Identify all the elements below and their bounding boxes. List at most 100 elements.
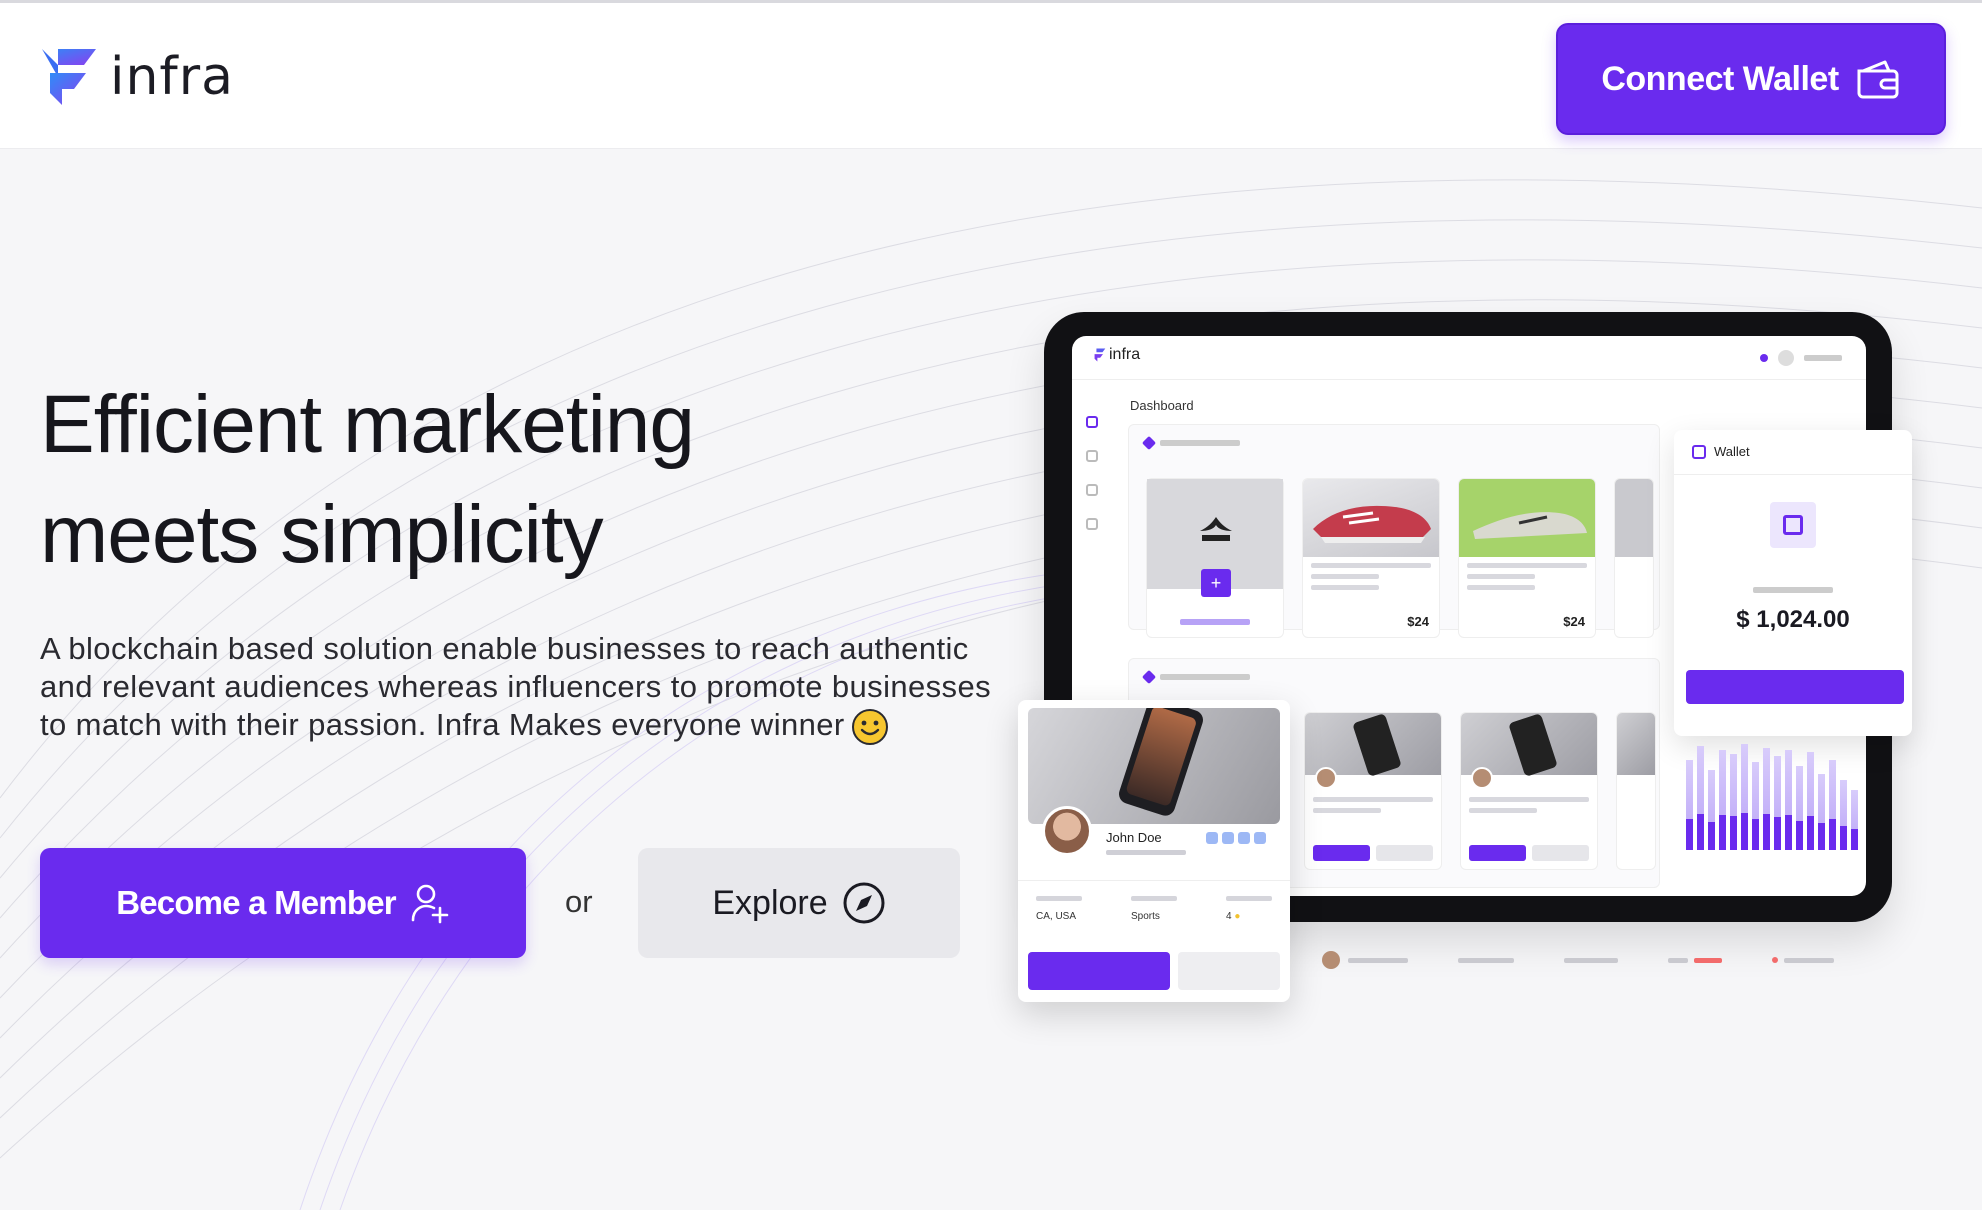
campaign-icon	[1141, 435, 1157, 451]
create-campaign-card: +	[1146, 478, 1284, 638]
chart-bar	[1741, 744, 1748, 850]
create-campaign-plus-button: +	[1201, 569, 1231, 597]
influencer-rating: 4	[1226, 911, 1232, 922]
top-navbar: infra Connect Wallet	[0, 0, 1982, 148]
instagram-icon	[1254, 832, 1266, 844]
wallet-heading: Wallet	[1692, 444, 1750, 459]
add-budget-button	[1686, 670, 1904, 704]
green-sneaker-image	[1459, 479, 1595, 557]
preview-logo: infra	[1092, 346, 1140, 364]
create-campaign-label	[1147, 617, 1283, 627]
explore-button[interactable]: Explore	[638, 848, 960, 958]
preview-table-row	[1322, 950, 1862, 970]
infra-logo-icon	[42, 49, 96, 105]
chart-bar	[1719, 750, 1726, 850]
product-card-partial	[1614, 478, 1654, 638]
chart-bar	[1840, 780, 1847, 850]
product-card: $24	[1458, 478, 1596, 638]
chart-bar	[1774, 756, 1781, 850]
sidebar-logout-icon	[1086, 518, 1098, 530]
influencer-category: Sports	[1131, 911, 1160, 922]
compass-icon	[843, 882, 885, 924]
red-sneaker-image	[1303, 479, 1439, 557]
brand-logo[interactable]: infra	[40, 47, 234, 107]
chart-bar	[1818, 774, 1825, 850]
chart-bar	[1851, 790, 1858, 850]
connect-wallet-button[interactable]: Connect Wallet	[1556, 23, 1946, 135]
influencer-requests-label	[1160, 674, 1250, 680]
influencer-icon	[1141, 669, 1157, 685]
preview-user-name	[1804, 355, 1842, 361]
linkedin-icon	[1238, 832, 1250, 844]
influencer-profile-card: John Doe CA, USA Sports 4 ●	[1018, 700, 1290, 1002]
chart-bar	[1686, 760, 1693, 850]
chart-bar	[1752, 762, 1759, 850]
influencer-name: John Doe	[1106, 830, 1162, 845]
category-stat: Sports	[1131, 896, 1177, 922]
location-stat: CA, USA	[1036, 896, 1082, 922]
chart-bar	[1730, 754, 1737, 850]
influencer-card	[1460, 712, 1598, 870]
total-budget-label	[1674, 580, 1912, 598]
influencer-avatar	[1042, 806, 1092, 856]
influencer-location: CA, USA	[1036, 911, 1077, 922]
sidebar-campaign-icon	[1086, 450, 1098, 462]
influencer-handle	[1106, 850, 1186, 855]
sidebar-dashboard-icon	[1086, 416, 1098, 428]
accept-mini-button	[1313, 845, 1370, 861]
product-price: $24	[1563, 614, 1585, 629]
influencer-card	[1304, 712, 1442, 870]
preview-avatar	[1778, 350, 1794, 366]
active-campaigns-heading	[1141, 435, 1240, 451]
chart-bar	[1807, 752, 1814, 850]
star-icon: ●	[1234, 911, 1241, 922]
rating-stat: 4 ●	[1226, 896, 1272, 922]
wallet-amount: $ 1,024.00	[1736, 606, 1850, 633]
wallet-card: Wallet $ 1,024.00	[1674, 430, 1912, 736]
notification-dot	[1760, 354, 1768, 362]
become-member-button[interactable]: Become a Member	[40, 848, 526, 958]
hero-title: Efficient marketing meets simplicity	[40, 370, 940, 590]
row-avatar	[1322, 951, 1340, 969]
accept-mini-button	[1469, 845, 1526, 861]
decline-mini-button	[1376, 845, 1433, 861]
influencer-avatar	[1315, 767, 1337, 789]
adidas-logo-icon	[1200, 517, 1232, 541]
preview-brand: infra	[1109, 346, 1141, 363]
become-member-label: Become a Member	[116, 884, 396, 921]
hero-description: A blockchain based solution enable busin…	[40, 630, 1000, 746]
wallet-large-icon	[1770, 502, 1816, 548]
product-card: $24	[1302, 478, 1440, 638]
decline-mini-button	[1532, 845, 1589, 861]
sidebar-settings-icon	[1086, 484, 1098, 496]
facebook-icon	[1206, 832, 1218, 844]
preview-page-title: Dashboard	[1130, 398, 1194, 413]
or-separator: or	[565, 884, 593, 919]
influencer-card-partial	[1616, 712, 1656, 870]
preview-user-area	[1760, 350, 1842, 366]
brand-name: infra	[110, 47, 234, 107]
product-price: $24	[1407, 614, 1429, 629]
explore-label: Explore	[712, 883, 828, 922]
social-icons	[1206, 832, 1266, 844]
influencer-requests-heading	[1141, 669, 1250, 685]
chart-bar	[1785, 750, 1792, 850]
chart-bar	[1708, 770, 1715, 850]
hero-title-line-1: Efficient marketing	[40, 379, 695, 470]
wallet-title: Wallet	[1714, 444, 1750, 459]
chart-bar	[1697, 746, 1704, 850]
user-add-icon	[411, 884, 449, 924]
chart-bar	[1763, 748, 1770, 850]
smiley-icon	[851, 708, 888, 745]
influencer-avatar	[1471, 767, 1493, 789]
preview-topbar: infra	[1072, 336, 1866, 380]
hero-description-text: A blockchain based solution enable busin…	[40, 631, 991, 742]
preview-sidebar	[1080, 416, 1104, 552]
budget-bar-chart	[1686, 740, 1868, 850]
chart-bar	[1829, 760, 1836, 850]
connect-wallet-label: Connect Wallet	[1601, 59, 1839, 98]
twitter-icon	[1222, 832, 1234, 844]
wallet-icon	[1857, 60, 1899, 99]
wallet-small-icon	[1692, 444, 1706, 459]
active-campaigns-label	[1160, 440, 1240, 446]
